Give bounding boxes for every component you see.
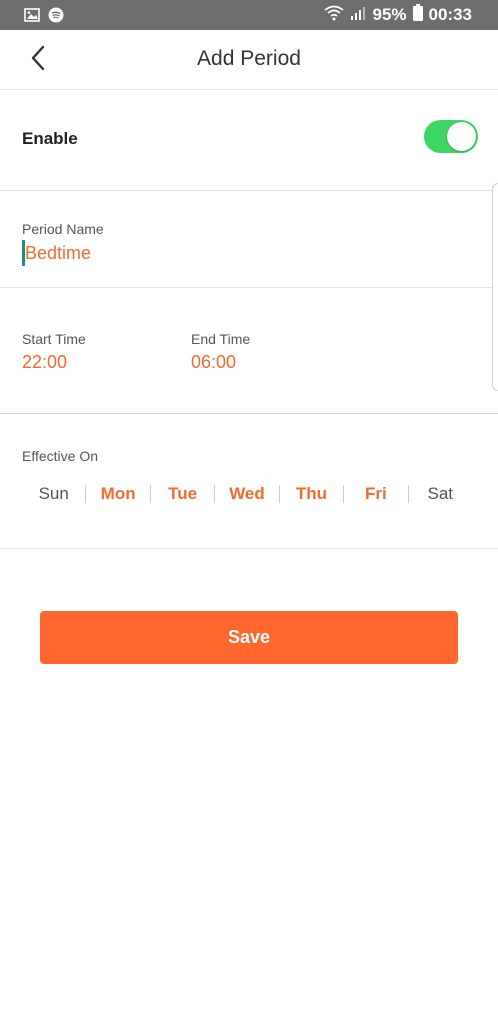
period-name-input[interactable] (22, 240, 462, 266)
status-bar: 95% 00:33 (0, 0, 498, 30)
day-fri[interactable]: Fri (344, 484, 407, 504)
end-time-label: End Time (191, 331, 251, 347)
toggle-knob (447, 122, 476, 151)
page-title: Add Period (197, 47, 301, 70)
start-time-value[interactable]: 22:00 (22, 352, 67, 373)
image-icon (24, 8, 40, 27)
effective-on-label: Effective On (22, 448, 99, 464)
day-sat[interactable]: Sat (409, 484, 472, 504)
wifi-icon (324, 5, 344, 26)
app-header: Add Period (0, 30, 498, 90)
status-bar-left (24, 7, 64, 28)
day-mon[interactable]: Mon (86, 484, 149, 504)
spotify-icon (48, 7, 64, 28)
scroll-edge (492, 183, 498, 391)
period-name-label: Period Name (22, 221, 104, 237)
end-time-value[interactable]: 06:00 (191, 352, 236, 373)
enable-toggle[interactable] (424, 120, 478, 153)
period-name-row: Period Name (0, 192, 498, 288)
day-selector: Sun Mon Tue Wed Thu Fri Sat (22, 482, 472, 506)
status-bar-right: 95% 00:33 (324, 4, 472, 26)
clock: 00:33 (428, 5, 472, 24)
time-row: Start Time 22:00 End Time 06:00 (0, 288, 498, 414)
day-tue[interactable]: Tue (151, 484, 214, 504)
save-button[interactable]: Save (40, 611, 458, 664)
signal-icon (350, 5, 366, 25)
day-thu[interactable]: Thu (280, 484, 343, 504)
battery-percent: 95% (372, 5, 407, 24)
battery-icon (412, 4, 423, 26)
day-sun[interactable]: Sun (22, 484, 85, 504)
enable-label: Enable (22, 129, 78, 148)
day-wed[interactable]: Wed (215, 484, 278, 504)
start-time-label: Start Time (22, 331, 86, 347)
effective-on-row: Effective On Sun Mon Tue Wed Thu Fri Sat (0, 415, 498, 549)
enable-row: Enable (0, 91, 498, 191)
